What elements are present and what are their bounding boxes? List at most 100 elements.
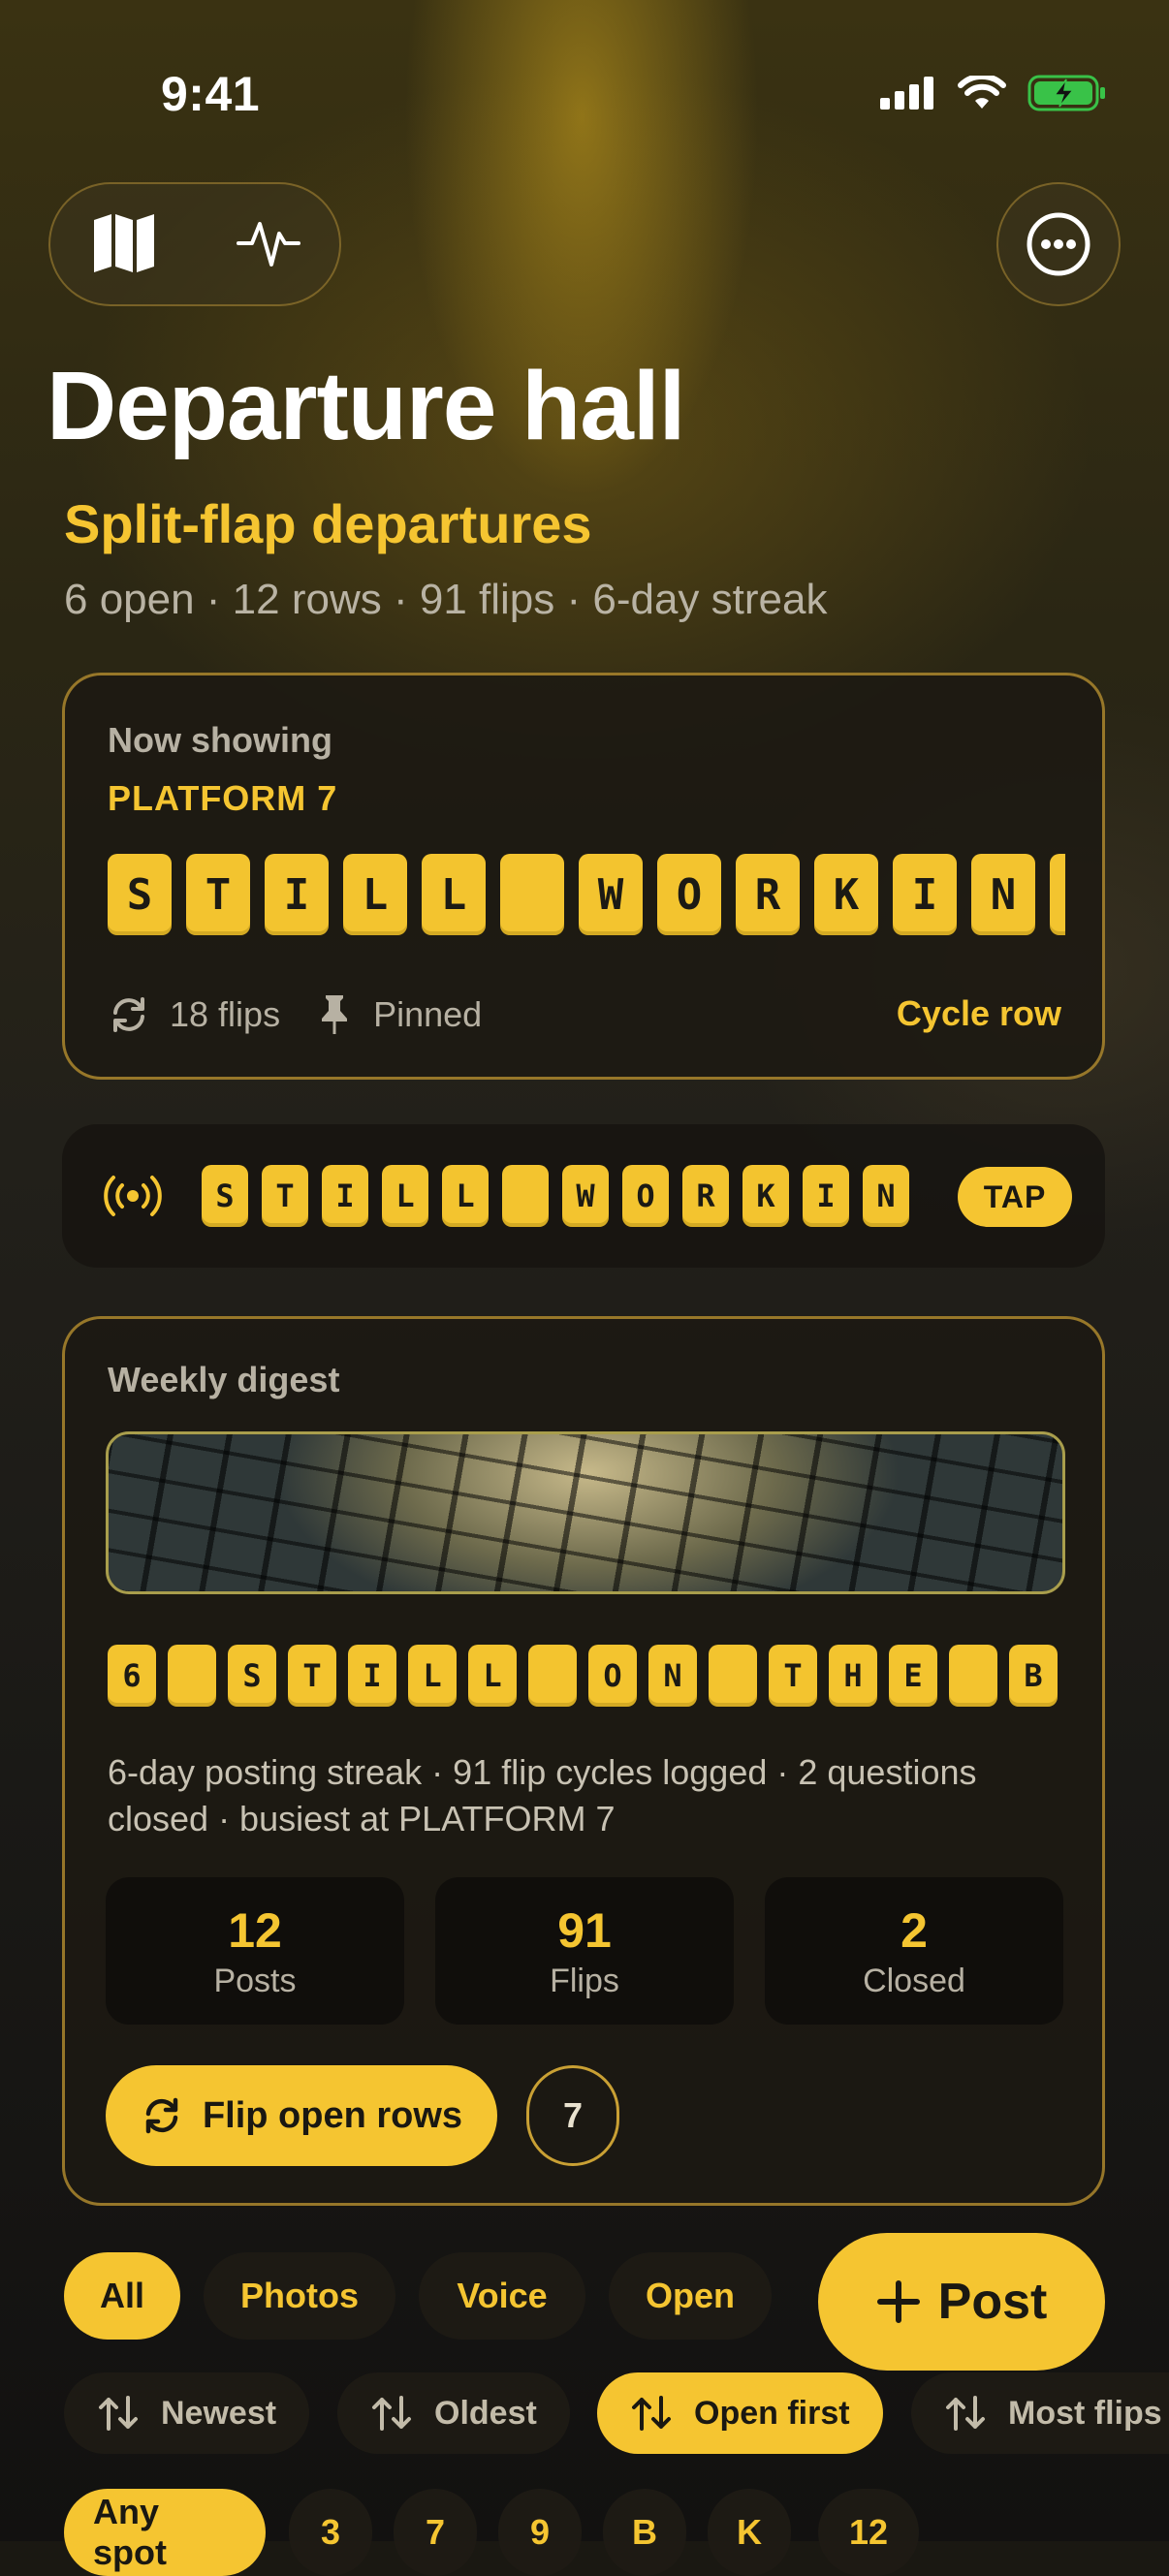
stat-flips: 91 Flips <box>435 1877 734 2025</box>
flap-tile: L <box>382 1165 428 1227</box>
sort-label: Open first <box>694 2394 850 2432</box>
stat-value: 91 <box>557 1903 612 1958</box>
flap-tile: N <box>648 1645 697 1707</box>
page-title: Departure hall <box>47 352 685 460</box>
pin-icon <box>322 995 348 1034</box>
spot-chip[interactable]: 7 <box>394 2489 477 2576</box>
flips-count: 18 flips Pinned <box>108 993 482 1036</box>
spot-chip[interactable]: 3 <box>289 2489 372 2576</box>
sort-label: Most flips <box>1008 2394 1162 2432</box>
stat-value: 12 <box>228 1903 282 1958</box>
sort-icon <box>632 2396 671 2431</box>
page-meta: 6 open · 12 rows · 91 flips · 6-day stre… <box>64 576 828 623</box>
map-icon[interactable] <box>90 210 158 279</box>
spot-chip[interactable]: 9 <box>498 2489 582 2576</box>
flap-tile: 6 <box>108 1645 156 1707</box>
flap-tile: B <box>1009 1645 1058 1707</box>
status-icons <box>880 74 1107 112</box>
stat-posts: 12 Posts <box>106 1877 404 2025</box>
flap-tile: I <box>322 1165 368 1227</box>
filter-open[interactable]: Open <box>609 2252 772 2340</box>
stat-label: Closed <box>863 1963 965 1999</box>
post-label: Post <box>937 2274 1048 2330</box>
flap-tile: R <box>682 1165 729 1227</box>
refresh-icon <box>113 997 144 1032</box>
flap-tile: L <box>442 1165 489 1227</box>
flap-tile: E <box>889 1645 937 1707</box>
status-time: 9:41 <box>161 67 261 121</box>
flap-tile: S <box>228 1645 276 1707</box>
digest-label: Weekly digest <box>108 1360 340 1399</box>
spot-chip[interactable]: B <box>603 2489 686 2576</box>
refresh-icon <box>145 2097 178 2134</box>
station-roof-photo <box>106 1431 1065 1594</box>
battery-charging-icon <box>1027 75 1105 111</box>
digest-flap-row: 6 STILL ON THE B <box>108 1645 1065 1707</box>
more-icon <box>1027 212 1090 276</box>
more-button[interactable] <box>996 182 1121 306</box>
platform-label: PLATFORM 7 <box>108 778 338 818</box>
flap-tile: K <box>742 1165 789 1227</box>
sort-icon <box>946 2396 985 2431</box>
plus-icon <box>876 2280 920 2323</box>
flap-tile <box>709 1645 757 1707</box>
flap-tile: O <box>657 854 721 935</box>
sort-most-flips[interactable]: Most flips <box>911 2372 1169 2454</box>
flap-tile: S <box>202 1165 248 1227</box>
spot-any[interactable]: Any spot <box>64 2489 266 2576</box>
mini-flap-row: STILL WORKIN <box>202 1165 962 1227</box>
flips-label: 18 flips <box>170 994 281 1034</box>
mini-flap-strip[interactable]: STILL WORKIN TAP <box>62 1124 1105 1268</box>
flap-tile: R <box>736 854 800 935</box>
weekly-digest-card: Weekly digest 6 STILL ON THE B 6-day pos… <box>62 1316 1105 2206</box>
flap-tile <box>502 1165 549 1227</box>
flap-tile: I <box>893 854 957 935</box>
sort-open-first[interactable]: Open first <box>597 2372 883 2454</box>
filter-all[interactable]: All <box>64 2252 180 2340</box>
filter-photos[interactable]: Photos <box>204 2252 395 2340</box>
stat-closed: 2 Closed <box>765 1877 1063 2025</box>
flap-tile: S <box>108 854 172 935</box>
pinned-label: Pinned <box>373 994 483 1034</box>
flap-tile: I <box>803 1165 849 1227</box>
signal-icon <box>880 77 933 110</box>
sort-icon <box>372 2396 411 2431</box>
flap-tile: O <box>588 1645 637 1707</box>
flip-open-rows-button[interactable]: Flip open rows <box>106 2065 497 2166</box>
flap-tile: T <box>186 854 250 935</box>
post-button[interactable]: Post <box>818 2233 1105 2371</box>
flap-tile: K <box>814 854 878 935</box>
now-showing-label: Now showing <box>108 720 332 760</box>
sort-label: Newest <box>161 2394 277 2432</box>
sort-oldest[interactable]: Oldest <box>337 2372 570 2454</box>
filter-voice[interactable]: Voice <box>419 2252 585 2340</box>
flap-tile: W <box>562 1165 609 1227</box>
flap-tile: T <box>288 1645 336 1707</box>
broadcast-icon <box>104 1176 162 1216</box>
page-subtitle: Split-flap departures <box>64 493 592 554</box>
sort-newest[interactable]: Newest <box>64 2372 310 2454</box>
tap-button[interactable]: TAP <box>958 1167 1072 1227</box>
stat-value: 2 <box>900 1903 928 1958</box>
flap-tile <box>168 1645 216 1707</box>
stat-label: Posts <box>213 1963 297 1999</box>
flap-tile: I <box>265 854 329 935</box>
now-showing-card: Now showing PLATFORM 7 STILL WORKIN 18 f… <box>62 673 1105 1080</box>
split-flap-row[interactable]: STILL WORKIN <box>108 854 1065 935</box>
flap-tile: I <box>348 1645 396 1707</box>
activity-icon[interactable] <box>236 210 300 279</box>
sort-icon <box>99 2396 138 2431</box>
flap-tile: L <box>422 854 486 935</box>
cycle-row-button[interactable]: Cycle row <box>897 993 1061 1034</box>
sort-label: Oldest <box>434 2394 537 2432</box>
spot-chip[interactable]: K <box>708 2489 791 2576</box>
flap-tile: N <box>971 854 1035 935</box>
flap-tile: N <box>863 1165 909 1227</box>
digest-summary: 6-day posting streak · 91 flip cycles lo… <box>108 1752 977 1838</box>
flap-tile <box>528 1645 577 1707</box>
spot-chip[interactable]: 12 <box>818 2489 919 2576</box>
open-count-badge: 7 <box>526 2065 619 2166</box>
wifi-icon <box>958 76 1006 109</box>
stat-label: Flips <box>550 1963 619 1999</box>
flip-open-rows-label: Flip open rows <box>202 2094 463 2136</box>
